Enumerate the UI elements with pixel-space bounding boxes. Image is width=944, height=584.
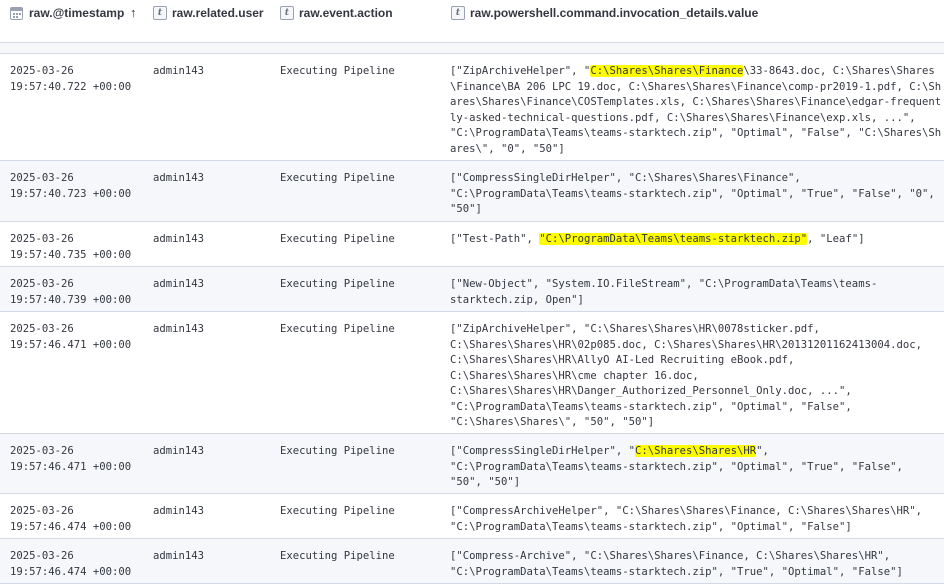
action-cell: Executing Pipeline xyxy=(280,445,395,457)
action-cell: Executing Pipeline xyxy=(280,505,395,517)
table-row[interactable]: 2025-03-26 19:57:46.471 +00:00 admin143 Ex… xyxy=(0,312,944,434)
column-header-invocation-details[interactable]: t raw.powershell.command.invocation_detai… xyxy=(451,6,758,20)
timestamp-cell: 2025-03-26 19:57:40.723 +00:00 xyxy=(10,172,132,200)
table-row[interactable]: 2025-03-26 19:57:40.723 +00:00 admin143 Ex… xyxy=(0,161,944,222)
user-cell: admin143 xyxy=(153,445,205,457)
table-row[interactable]: 2025-03-26 19:57:40.735 +00:00 admin143 Ex… xyxy=(0,222,944,267)
search-highlight: C:\Shares\Shares\Finance xyxy=(590,65,744,77)
column-header-label: raw.@timestamp xyxy=(29,6,125,20)
user-cell: admin143 xyxy=(153,233,205,245)
user-cell: admin143 xyxy=(153,172,205,184)
action-cell: Executing Pipeline xyxy=(280,323,395,335)
partial-table-row: ..." ..." xyxy=(0,43,944,54)
timestamp-cell: 2025-03-26 19:57:40.722 +00:00 xyxy=(10,65,132,93)
timestamp-cell: 2025-03-26 19:57:46.471 +00:00 xyxy=(10,323,132,351)
table-row[interactable]: 2025-03-26 19:57:40.722 +00:00 admin143 Ex… xyxy=(0,54,944,161)
table-body: ..." ..." 2025-03-26 19:57:40.722 +00:00… xyxy=(0,43,944,584)
search-highlight: "C:\ProgramData\Teams\teams-starktech.zi… xyxy=(539,233,808,245)
column-header-label: raw.related.user xyxy=(172,6,264,20)
user-cell: admin143 xyxy=(153,65,205,77)
column-header-action[interactable]: t raw.event.action xyxy=(280,6,393,20)
action-cell: Executing Pipeline xyxy=(280,278,395,290)
text-type-icon: t xyxy=(153,6,167,20)
calendar-icon xyxy=(10,7,23,20)
timestamp-cell: 2025-03-26 19:57:46.474 +00:00 xyxy=(10,550,132,578)
column-header-label: raw.event.action xyxy=(299,6,393,20)
table-row[interactable]: 2025-03-26 19:57:46.471 +00:00 admin143 Ex… xyxy=(0,434,944,494)
invocation-details-cell: ["CompressSingleDirHelper", "C:\Shares\S… xyxy=(450,445,903,488)
invocation-details-cell: ["Test-Path", "C:\ProgramData\Teams\team… xyxy=(450,233,865,245)
invocation-details-cell: ["ZipArchiveHelper", "C:\Shares\Shares\H… xyxy=(450,323,922,428)
invocation-details-cell: ["CompressSingleDirHelper", "C:\Shares\S… xyxy=(450,172,935,215)
text-type-icon: t xyxy=(451,6,465,20)
invocation-details-cell: ["New-Object", "System.IO.FileStream", "… xyxy=(450,278,878,306)
sort-ascending-icon[interactable]: ↑ xyxy=(130,5,137,20)
user-cell: admin143 xyxy=(153,278,205,290)
action-cell: Executing Pipeline xyxy=(280,550,395,562)
user-cell: admin143 xyxy=(153,323,205,335)
text-type-icon: t xyxy=(280,6,294,20)
column-header-label: raw.powershell.command.invocation_detail… xyxy=(470,6,759,20)
table-row[interactable]: 2025-03-26 19:57:46.474 +00:00 admin143 Ex… xyxy=(0,539,944,584)
cell-fragment: ..." ..." xyxy=(451,43,508,46)
timestamp-cell: 2025-03-26 19:57:40.739 +00:00 xyxy=(10,278,132,306)
column-header-user[interactable]: t raw.related.user xyxy=(153,6,264,20)
user-cell: admin143 xyxy=(153,505,205,517)
table-row[interactable]: 2025-03-26 19:57:46.474 +00:00 admin143 Ex… xyxy=(0,494,944,539)
search-highlight: C:\Shares\Shares\HR xyxy=(634,445,757,457)
invocation-details-cell: ["CompressArchiveHelper", "C:\Shares\Sha… xyxy=(450,505,922,533)
timestamp-cell: 2025-03-26 19:57:46.471 +00:00 xyxy=(10,445,132,473)
table-row[interactable]: 2025-03-26 19:57:40.739 +00:00 admin143 Ex… xyxy=(0,267,944,312)
table-header: raw.@timestamp ↑ t raw.related.user t raw.… xyxy=(0,0,944,43)
column-header-timestamp[interactable]: raw.@timestamp ↑ xyxy=(10,5,145,20)
action-cell: Executing Pipeline xyxy=(280,65,395,77)
timestamp-cell: 2025-03-26 19:57:40.735 +00:00 xyxy=(10,233,132,261)
invocation-details-cell: ["Compress-Archive", "C:\Shares\Shares\F… xyxy=(450,550,903,578)
user-cell: admin143 xyxy=(153,550,205,562)
timestamp-cell: 2025-03-26 19:57:46.474 +00:00 xyxy=(10,505,132,533)
action-cell: Executing Pipeline xyxy=(280,233,395,245)
invocation-details-cell: ["ZipArchiveHelper", "C:\Shares\Shares\F… xyxy=(450,65,942,155)
action-cell: Executing Pipeline xyxy=(280,172,395,184)
